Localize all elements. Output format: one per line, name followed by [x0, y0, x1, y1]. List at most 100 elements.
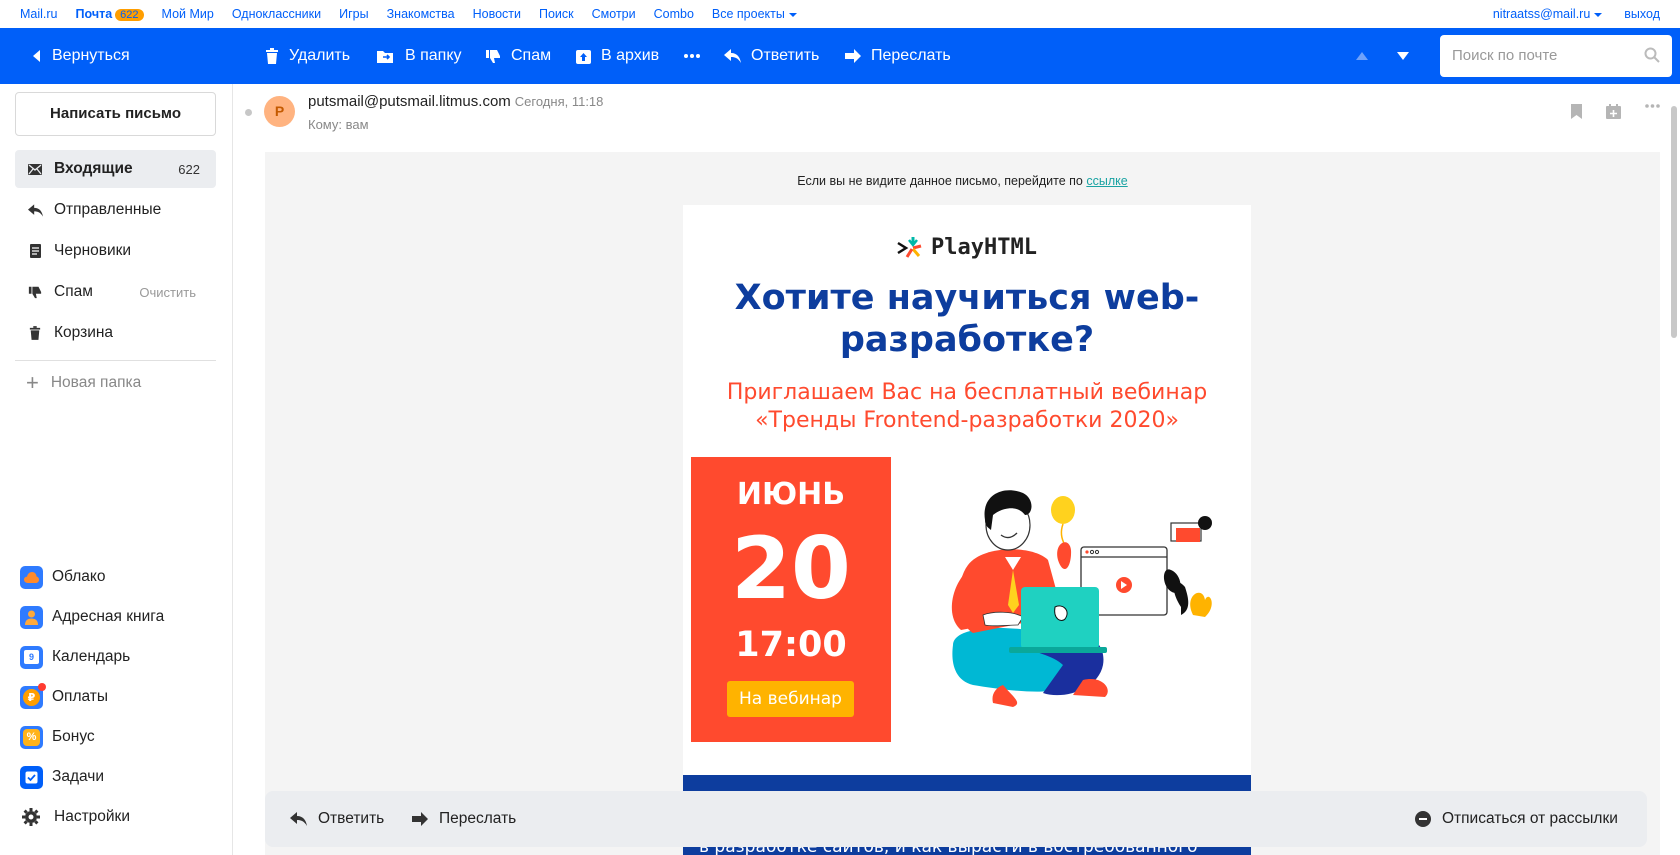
playhtml-logo-icon	[897, 236, 922, 258]
contact-icon	[20, 605, 43, 629]
sender-email: putsmail@putsmail.litmus.com	[308, 93, 511, 110]
plus-icon: +	[26, 370, 39, 395]
service-label: Бонус	[52, 728, 95, 745]
service-label: Календарь	[52, 648, 131, 665]
new-folder-button[interactable]: + Новая папка	[26, 372, 141, 394]
service-address-book[interactable]: Адресная книга	[20, 602, 164, 632]
service-bonus[interactable]: % Бонус	[20, 722, 95, 752]
calendar-add-icon[interactable]	[1606, 104, 1621, 119]
forward-button[interactable]: Переслать	[845, 28, 951, 84]
delete-button[interactable]: Удалить	[265, 28, 350, 84]
bottom-forward-label: Переслать	[439, 810, 517, 827]
event-day: 20	[731, 519, 851, 619]
move-to-folder-button[interactable]: В папку	[377, 28, 462, 84]
event-month: ИЮНЬ	[736, 477, 846, 512]
webinar-cta-button[interactable]: На вебинар	[727, 681, 854, 717]
search-input[interactable]: Поиск по почте	[1440, 35, 1672, 77]
folder-trash[interactable]: Корзина	[15, 314, 216, 352]
headline-line-1: Хотите научиться web-	[734, 278, 1200, 318]
scrollbar-thumb[interactable]	[1671, 106, 1677, 338]
headline-line-2: разработке?	[839, 320, 1095, 360]
archive-label: В архив	[601, 47, 660, 64]
chevron-down-icon	[1594, 12, 1603, 17]
service-tasks[interactable]: Задачи	[20, 762, 104, 792]
forward-icon	[845, 49, 861, 63]
previous-message-button[interactable]	[1356, 28, 1378, 84]
portal-link-search[interactable]: Поиск	[539, 7, 574, 21]
service-payments[interactable]: ₽ Оплаты	[20, 682, 108, 712]
forward-icon	[412, 812, 428, 826]
back-button[interactable]: Вернуться	[30, 28, 130, 84]
portal-link-news[interactable]: Новости	[473, 7, 521, 21]
email-card: PlayHTML Хотите научиться web- разработк…	[683, 205, 1251, 855]
read-status-dot[interactable]	[245, 109, 252, 116]
thumbs-down-icon	[27, 285, 43, 299]
service-cloud[interactable]: Облако	[20, 562, 105, 592]
folder-drafts[interactable]: Черновики	[15, 232, 216, 270]
user-menu[interactable]: nitraatss@mail.ru	[1493, 7, 1603, 21]
web-version-link[interactable]: ссылке	[1086, 174, 1127, 188]
service-label: Адресная книга	[52, 608, 165, 625]
portal-link-mailru[interactable]: Mail.ru	[20, 7, 58, 21]
brand-logo: PlayHTML	[683, 235, 1251, 260]
compose-button[interactable]: Написать письмо	[15, 92, 216, 136]
archive-button[interactable]: В архив	[576, 28, 659, 84]
cloud-icon	[20, 565, 43, 589]
trash-icon	[27, 326, 43, 340]
envelope-icon	[27, 163, 43, 175]
folder-label: Черновики	[54, 242, 132, 259]
search-icon[interactable]	[1644, 47, 1660, 63]
thumbs-down-icon	[486, 50, 500, 63]
folder-spam[interactable]: Спам Очистить	[15, 273, 216, 311]
ruble-icon: ₽	[20, 682, 46, 709]
portal-link-all-projects[interactable]: Все проекты	[712, 7, 797, 21]
portal-link-mail-label: Почта	[75, 7, 113, 21]
portal-link-watch[interactable]: Смотри	[592, 7, 636, 21]
subheadline-line-2: «Тренды Frontend-разработки 2020»	[755, 408, 1179, 433]
message-time: Сегодня, 11:18	[514, 94, 604, 109]
event-time: 17:00	[735, 625, 847, 665]
more-dots-icon[interactable]	[1645, 104, 1660, 108]
event-date-box: ИЮНЬ 20 17:00 На вебинар	[691, 457, 891, 742]
portal-link-myworld[interactable]: Мой Мир	[162, 7, 214, 21]
bottom-reply-button[interactable]: Ответить	[290, 791, 384, 847]
calendar-icon: 9	[20, 645, 43, 669]
percent-badge-icon: %	[20, 725, 43, 749]
service-label: Оплаты	[52, 688, 109, 705]
bottom-action-bar: Ответить Переслать Отписаться от рассылк…	[265, 791, 1647, 847]
message-sender[interactable]: putsmail@putsmail.litmus.com Сегодня, 11:…	[308, 93, 603, 110]
all-projects-label: Все проекты	[711, 7, 785, 21]
bookmark-icon[interactable]	[1571, 104, 1582, 119]
unsubscribe-button[interactable]: Отписаться от рассылки	[1415, 791, 1618, 847]
document-icon	[27, 244, 43, 258]
spam-button[interactable]: Спам	[485, 28, 551, 84]
bottom-forward-button[interactable]: Переслать	[412, 791, 516, 847]
logout-link[interactable]: выход	[1624, 7, 1660, 21]
preheader: Если вы не видите данное письмо, перейди…	[265, 174, 1660, 188]
reply-icon	[290, 812, 307, 826]
reply-button[interactable]: Ответить	[724, 28, 819, 84]
portal-bar: Mail.ru Почта 622 Мой Мир Одноклассники И…	[0, 0, 1680, 28]
portal-link-mail[interactable]: Почта 622	[76, 7, 144, 21]
brand-name: PlayHTML	[931, 235, 1037, 260]
portal-link-dating[interactable]: Знакомства	[387, 7, 455, 21]
checkbox-icon	[20, 765, 43, 789]
folder-label: Входящие	[54, 160, 133, 177]
more-dots-icon	[684, 54, 700, 58]
folder-inbox[interactable]: Входящие 622	[15, 150, 216, 188]
more-actions-button[interactable]	[684, 28, 710, 84]
chevron-down-icon	[788, 12, 797, 17]
folder-label: Отправленные	[54, 201, 162, 218]
sidebar-divider	[15, 360, 216, 361]
portal-link-games[interactable]: Игры	[339, 7, 368, 21]
portal-link-combo[interactable]: Combo	[654, 7, 694, 21]
minus-circle-icon	[1415, 811, 1431, 827]
clear-spam-button[interactable]: Очистить	[139, 285, 196, 300]
service-calendar[interactable]: 9 Календарь	[20, 642, 130, 672]
triangle-up-icon	[1356, 52, 1368, 60]
next-message-button[interactable]	[1397, 28, 1419, 84]
mail-toolbar: Вернуться Удалить В папку Спам В архив О…	[0, 28, 1680, 84]
portal-link-ok[interactable]: Одноклассники	[232, 7, 321, 21]
folder-sent[interactable]: Отправленные	[15, 191, 216, 229]
settings-link[interactable]: Настройки	[22, 802, 130, 832]
